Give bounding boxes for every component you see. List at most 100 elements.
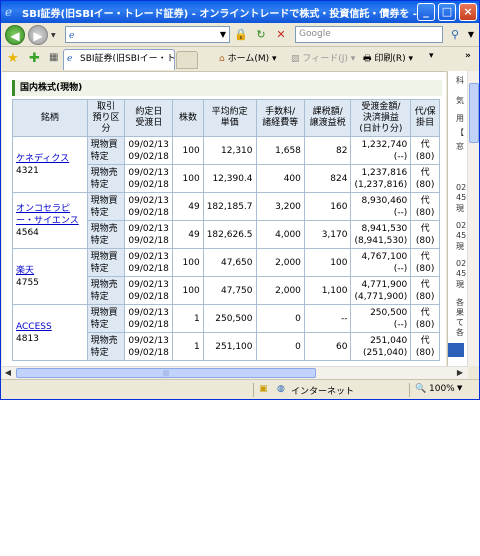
address-bar: ◀ ▶ ▼ ℯ ▼ 🔒 ↻ ✕ Google ⚲ ▼ <box>1 23 479 47</box>
side-text: 気 <box>456 96 464 105</box>
status-divider <box>253 383 254 397</box>
history-dropdown-icon[interactable]: ▼ <box>51 32 57 39</box>
stock-name-link[interactable]: ケネディクス <box>16 154 69 164</box>
kabusu-cell: 100 <box>172 136 204 165</box>
side-text: 現 <box>456 280 464 289</box>
close-button[interactable]: × <box>459 3 477 21</box>
side-text: 科 <box>456 76 464 85</box>
quick-tabs-icon[interactable]: ▦ <box>49 52 58 63</box>
stock-code: 4813 <box>16 333 39 344</box>
maximize-button[interactable]: □ <box>438 3 456 21</box>
search-input[interactable]: Google <box>295 26 443 43</box>
col-fee: 手数料/ 諸経費等 <box>255 99 305 137</box>
stock-cell: 楽天 4755 <box>12 248 88 305</box>
price-cell: 182,185.7 <box>202 192 257 221</box>
tax-cell: 1,100 <box>303 276 352 305</box>
date-cell: 09/02/13 09/02/18 <box>124 136 174 165</box>
fee-cell: 2,000 <box>255 276 305 305</box>
search-dropdown-icon[interactable]: ▼ <box>463 26 479 43</box>
kabusu-cell: 49 <box>172 192 204 221</box>
zoom-dropdown-icon[interactable]: ▼ <box>457 384 462 392</box>
date-cell: 09/02/13 09/02/18 <box>124 220 174 249</box>
home-button[interactable]: ⌂ ホーム(M) ▾ <box>219 51 277 64</box>
vertical-scrollbar[interactable] <box>467 71 479 366</box>
side-text: 各 <box>456 328 464 337</box>
amount-cell: 250,500 (--) <box>350 304 412 333</box>
lock-icon[interactable]: 🔒 <box>233 26 249 43</box>
kabusu-cell: 1 <box>172 332 204 361</box>
tab-sbi[interactable]: ℯ SBI証券(旧SBIイー・トレー... <box>63 49 175 70</box>
table-row: ACCESS 4813 現物買 特定 09/02/13 09/02/18 1 250… <box>12 304 440 361</box>
scroll-right-icon[interactable]: ▶ <box>454 367 466 379</box>
date-cell: 09/02/13 09/02/18 <box>124 192 174 221</box>
print-label: 印刷(R) <box>374 54 406 64</box>
amount-cell: 4,771,900 (4,771,900) <box>350 276 412 305</box>
dai-cell: 代 (80) <box>410 248 440 277</box>
stock-cell: ケネディクス 4321 <box>12 136 88 193</box>
stock-name-link[interactable]: オンコセラピー・サイエンス <box>16 204 79 226</box>
torihiki-cell: 現物買 特定 <box>86 136 126 165</box>
tax-cell: -- <box>303 304 352 333</box>
side-text: 現 <box>456 204 464 213</box>
kabusu-cell: 100 <box>172 276 204 305</box>
dai-cell: 代 (80) <box>410 192 440 221</box>
price-cell: 251,100 <box>202 332 257 361</box>
page-menu-arrow-icon[interactable]: ▾ <box>429 51 434 61</box>
minimize-button[interactable]: _ <box>417 3 435 21</box>
status-divider <box>409 383 410 397</box>
fee-cell: 0 <box>255 332 305 361</box>
date-cell: 09/02/13 09/02/18 <box>124 164 174 193</box>
search-icon[interactable]: ⚲ <box>447 26 463 43</box>
tab-page-icon: ℯ <box>67 54 73 64</box>
horizontal-scrollbar[interactable]: ◀ ||| ▶ <box>2 366 468 379</box>
feed-button[interactable]: ▧ フィード(J) ▾ <box>291 51 355 64</box>
side-text: 02 <box>456 221 467 230</box>
title-bar[interactable]: ℯ SBI証券(旧SBIイー・トレード証券) - オンライントレードで株式・投資… <box>1 1 479 23</box>
address-dropdown-icon[interactable]: ▼ <box>215 26 231 43</box>
stop-icon[interactable]: ✕ <box>273 26 289 43</box>
more-commands-icon[interactable]: » <box>465 51 471 61</box>
table-row: 楽天 4755 現物買 特定 09/02/13 09/02/18 100 47,65… <box>12 248 440 305</box>
stock-name-link[interactable]: ACCESS <box>16 322 52 332</box>
add-favorite-icon[interactable]: ✚ <box>29 51 40 66</box>
stock-name-link[interactable]: 楽天 <box>16 266 34 276</box>
fee-cell: 3,200 <box>255 192 305 221</box>
horizontal-scroll-thumb[interactable]: ||| <box>16 368 316 378</box>
col-tax: 課税額/ 譲渡益税 <box>303 99 352 137</box>
col-price: 平均約定 単価 <box>202 99 257 137</box>
back-button[interactable]: ◀ <box>5 25 25 45</box>
forward-button[interactable]: ▶ <box>28 25 48 45</box>
stock-cell: オンコセラピー・サイエンス 4564 <box>12 192 88 249</box>
price-cell: 250,500 <box>202 304 257 333</box>
side-text: 02 <box>456 259 467 268</box>
dai-cell: 代 (80) <box>410 332 440 361</box>
zoom-icon[interactable]: 🔍 <box>415 384 426 394</box>
price-cell: 182,626.5 <box>202 220 257 249</box>
side-text: 窓 <box>456 142 464 151</box>
side-text: 【 <box>456 128 464 137</box>
security-icon[interactable]: ▣ <box>259 384 268 394</box>
scroll-left-icon[interactable]: ◀ <box>2 367 14 379</box>
col-dai: 代/保 掛目 <box>410 99 440 137</box>
side-text: 45 <box>456 269 467 278</box>
fee-cell: 0 <box>255 304 305 333</box>
url-input[interactable]: ℯ <box>65 26 230 43</box>
new-tab-button[interactable] <box>176 51 198 69</box>
fee-cell: 4,000 <box>255 220 305 249</box>
refresh-icon[interactable]: ↻ <box>253 26 269 43</box>
favorites-star-icon[interactable]: ★ <box>7 51 19 66</box>
vertical-scroll-thumb[interactable] <box>469 83 479 143</box>
zoom-level[interactable]: 100% <box>429 384 455 394</box>
side-text: 45 <box>456 193 467 202</box>
print-button[interactable]: 🖶 印刷(R) ▾ <box>363 51 413 67</box>
torihiki-cell: 現物買 特定 <box>86 248 126 277</box>
amount-cell: 8,930,460 (--) <box>350 192 412 221</box>
kabusu-cell: 100 <box>172 248 204 277</box>
feed-label: フィード(J) <box>302 54 348 64</box>
tax-cell: 3,170 <box>303 220 352 249</box>
kabusu-cell: 100 <box>172 164 204 193</box>
section-title: 国内株式(現物) <box>12 80 442 96</box>
amount-cell: 1,232,740 (--) <box>350 136 412 165</box>
trade-table: 銘柄 取引 預り区分 約定日 受渡日 株数 平均約定 単価 手数料/ 諸経費等 … <box>12 99 440 361</box>
stock-code: 4755 <box>16 277 39 288</box>
